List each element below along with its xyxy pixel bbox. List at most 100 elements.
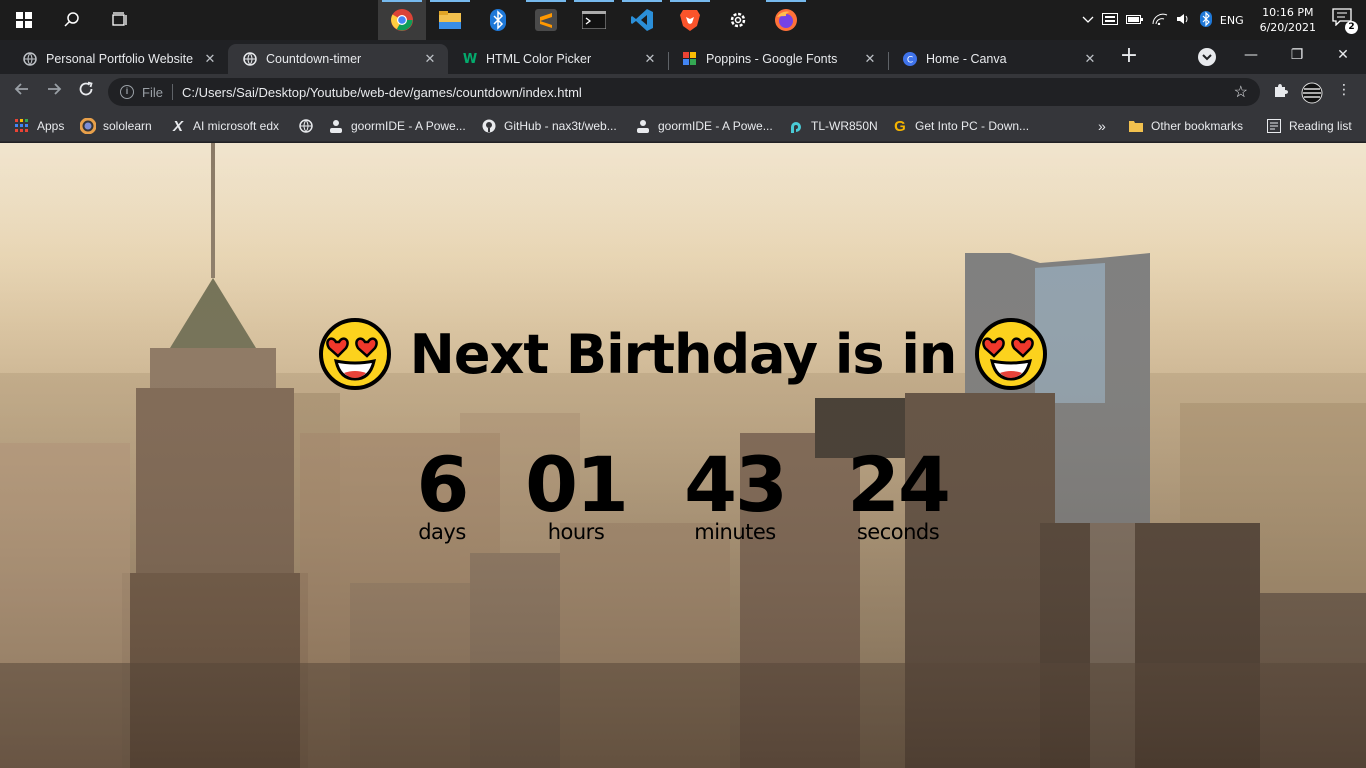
back-button[interactable] [10,80,34,104]
bookmarks-overflow-button[interactable]: » [1098,116,1106,136]
tab-title: HTML Color Picker [486,52,592,66]
site-info-icon[interactable]: i [120,85,134,99]
folder-icon [439,11,461,29]
tab-title: Countdown-timer [266,52,362,66]
bookmark-get-into-pc[interactable]: G Get Into PC - Down... [892,116,1029,136]
countdown-hours-value: 01 [525,440,629,529]
tab-title: Personal Portfolio Website [46,52,194,66]
bookmarks-bar: Apps sololearn X AI microsoft edx goormI… [0,110,1366,142]
task-view-icon [112,12,127,26]
bookmark-apps[interactable]: Apps [14,116,64,136]
bookmark-label: goormIDE - A Powe... [658,119,773,133]
reload-button[interactable] [74,80,98,104]
battery-icon[interactable] [1125,13,1144,28]
tab-strip: Personal Portfolio Website ✕ Countdown-t… [0,40,1366,74]
reading-list-button[interactable]: Reading list [1266,116,1352,136]
action-center-button[interactable]: 2 [1332,8,1358,34]
bookmark-goormide-2[interactable]: goormIDE - A Powe... [635,116,773,136]
gear-icon [730,12,746,28]
bookmark-github[interactable]: GitHub - nax3t/web... [481,116,617,136]
taskbar-brave[interactable] [666,0,714,40]
tab-html-color-picker[interactable]: W HTML Color Picker ✕ [448,44,668,74]
bookmark-tl-wr850n[interactable]: TL-WR850N [788,116,878,136]
task-view-button[interactable] [96,0,144,40]
tab-poppins-google-fonts[interactable]: Poppins - Google Fonts ✕ [668,44,888,74]
bookmark-label: Get Into PC - Down... [915,119,1030,133]
bookmark-label: GitHub - nax3t/web... [504,119,617,133]
bookmark-label: TL-WR850N [811,119,878,133]
start-button[interactable] [0,0,48,40]
bookmark-label: sololearn [103,119,152,133]
reload-icon [79,81,93,96]
bookmark-ai-microsoft-edx[interactable]: X AI microsoft edx [170,116,279,136]
bookmark-goormide-1[interactable]: goormIDE - A Powe... [328,116,466,136]
reading-list-icon [1266,118,1282,134]
bookmark-sololearn[interactable]: sololearn [80,116,152,136]
tab-close-icon[interactable]: ✕ [202,52,218,67]
bookmark-globe[interactable] [298,116,321,136]
w3schools-icon: W [462,51,478,67]
keyboard-icon[interactable] [1101,12,1118,28]
tab-countdown-timer[interactable]: Countdown-timer ✕ [228,44,448,74]
wifi-icon[interactable] [1152,13,1168,28]
address-bar[interactable]: i File C:/Users/Sai/Desktop/Youtube/web-… [108,78,1260,106]
bookmark-label: goormIDE - A Powe... [351,119,466,133]
restore-button[interactable]: ❐ [1274,40,1320,70]
notification-count-badge: 2 [1345,21,1358,34]
search-icon [64,12,79,27]
url-text[interactable]: C:/Users/Sai/Desktop/Youtube/web-dev/gam… [182,85,582,100]
volume-icon[interactable] [1176,13,1192,28]
bookmark-label: Apps [37,119,65,133]
windows-logo-icon [16,12,32,28]
countdown-minutes-value: 43 [684,440,788,529]
tab-personal-portfolio[interactable]: Personal Portfolio Website ✕ [8,44,228,74]
page-heading: Next Birthday is in [0,317,1366,391]
bluetooth-icon [490,9,506,31]
language-indicator[interactable]: ENG [1220,14,1244,27]
system-tray: ENG 10:16 PM 6/20/2021 2 [1082,0,1366,40]
bookmark-label: Reading list [1289,119,1352,133]
clock[interactable]: 10:16 PM 6/20/2021 [1260,5,1316,35]
arrow-left-icon [14,83,28,95]
clock-date: 6/20/2021 [1259,21,1316,34]
bookmark-other-bookmarks[interactable]: Other bookmarks [1128,116,1243,136]
tp-link-icon [788,118,804,134]
taskbar-settings[interactable] [714,0,762,40]
svg-text:C: C [907,56,913,66]
countdown-minutes: 43 minutes [670,440,800,544]
countdown-seconds-value: 24 [847,440,951,529]
taskbar-chrome[interactable] [378,0,426,40]
tab-close-icon[interactable]: ✕ [422,52,438,67]
tab-home-canva[interactable]: C Home - Canva ✕ [888,44,1108,74]
taskbar-vscode[interactable] [618,0,666,40]
more-menu-icon[interactable]: ⋮ [1334,82,1354,102]
new-tab-button[interactable]: + [1116,44,1142,70]
heart-eyes-emoji-icon [318,318,391,390]
windows-taskbar: ENG 10:16 PM 6/20/2021 2 [0,0,1366,40]
bluetooth-tray-icon[interactable] [1199,10,1212,30]
edx-x-icon: X [172,117,183,135]
minimize-button[interactable]: — [1228,40,1274,70]
tab-title: Home - Canva [926,52,1007,66]
globe-icon [242,51,258,67]
taskbar-firefox[interactable] [762,0,810,40]
search-button[interactable] [48,0,96,40]
bookmark-star-icon[interactable]: ☆ [1234,82,1248,102]
brave-icon [680,10,700,31]
tab-search-button[interactable] [1198,48,1216,66]
terminal-icon [582,11,606,29]
tab-close-icon[interactable]: ✕ [1082,52,1098,67]
taskbar-file-explorer[interactable] [426,0,474,40]
taskbar-bluetooth[interactable] [474,0,522,40]
taskbar-terminal[interactable] [570,0,618,40]
chevron-up-icon[interactable] [1082,14,1094,27]
taskbar-sublime-text[interactable] [522,0,570,40]
tab-close-icon[interactable]: ✕ [862,52,878,67]
tab-close-icon[interactable]: ✕ [642,52,658,67]
close-window-button[interactable]: ✕ [1320,40,1366,70]
extensions-puzzle-icon[interactable] [1270,82,1290,102]
clock-time: 10:16 PM [1262,6,1314,19]
sololearn-icon [80,118,96,134]
profile-avatar[interactable] [1301,82,1323,104]
forward-button[interactable] [42,80,66,104]
